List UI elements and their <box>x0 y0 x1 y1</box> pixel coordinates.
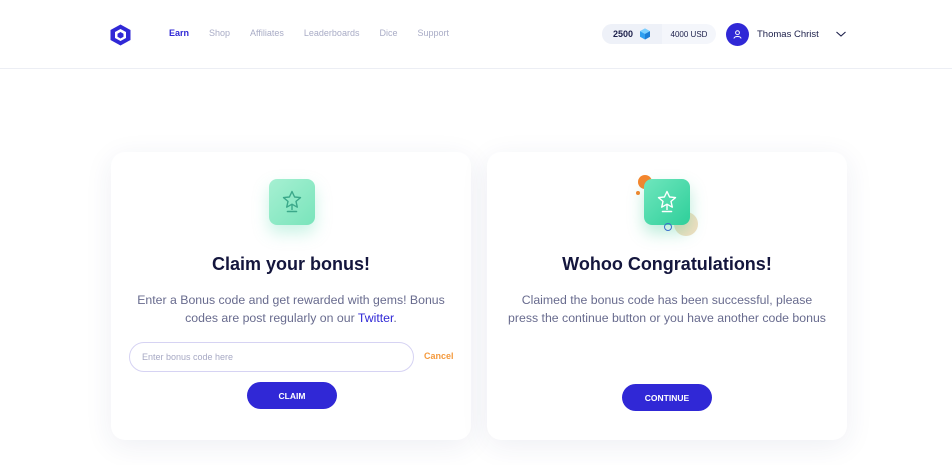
claim-bonus-card: Claim your bonus! Enter a Bonus code and… <box>111 152 471 440</box>
main-nav: Earn Shop Affiliates Leaderboards Dice S… <box>169 28 469 38</box>
claim-text: Enter a Bonus code and get rewarded with… <box>137 293 445 325</box>
success-title: Wohoo Congratulations! <box>562 254 772 274</box>
cancel-button[interactable]: Cancel <box>424 351 454 361</box>
trophy-star-icon <box>657 190 677 213</box>
claim-button[interactable]: CLAIM <box>247 382 337 409</box>
success-card: Wohoo Congratulations! Claimed the bonus… <box>487 152 847 440</box>
claim-text-end: . <box>393 311 397 325</box>
gem-count: 2500 <box>612 29 634 39</box>
claim-title: Claim your bonus! <box>211 254 370 274</box>
chevron-down-icon[interactable] <box>835 29 847 39</box>
success-description: Claimed the bonus code has been successf… <box>508 293 826 325</box>
nav-earn[interactable]: Earn <box>169 28 189 38</box>
reward-badge <box>269 179 315 225</box>
bonus-code-input[interactable] <box>129 342 414 372</box>
claim-description: Enter a Bonus code and get rewarded with… <box>131 291 451 327</box>
trophy-star-icon <box>282 190 302 213</box>
user-icon <box>733 30 742 39</box>
nav-affiliates[interactable]: Affiliates <box>250 28 284 38</box>
top-header: Earn Shop Affiliates Leaderboards Dice S… <box>0 0 952 69</box>
usd-balance: 4000 USD <box>670 29 708 39</box>
avatar[interactable] <box>726 23 749 46</box>
gem-icon <box>640 28 651 40</box>
decor-ring <box>664 223 672 231</box>
nav-support[interactable]: Support <box>417 28 449 38</box>
nav-leaderboards[interactable]: Leaderboards <box>304 28 360 38</box>
nav-dice[interactable]: Dice <box>379 28 397 38</box>
continue-button[interactable]: CONTINUE <box>622 384 712 411</box>
twitter-link[interactable]: Twitter <box>358 311 394 325</box>
user-name[interactable]: Thomas Christ <box>757 29 819 40</box>
success-badge <box>644 179 690 225</box>
gem-balance: 2500 <box>602 24 662 44</box>
nav-shop[interactable]: Shop <box>209 28 230 38</box>
decor-dot-orange <box>636 191 640 195</box>
balance-widget[interactable]: 2500 4000 USD <box>602 24 716 44</box>
logo-icon[interactable] <box>110 24 131 46</box>
